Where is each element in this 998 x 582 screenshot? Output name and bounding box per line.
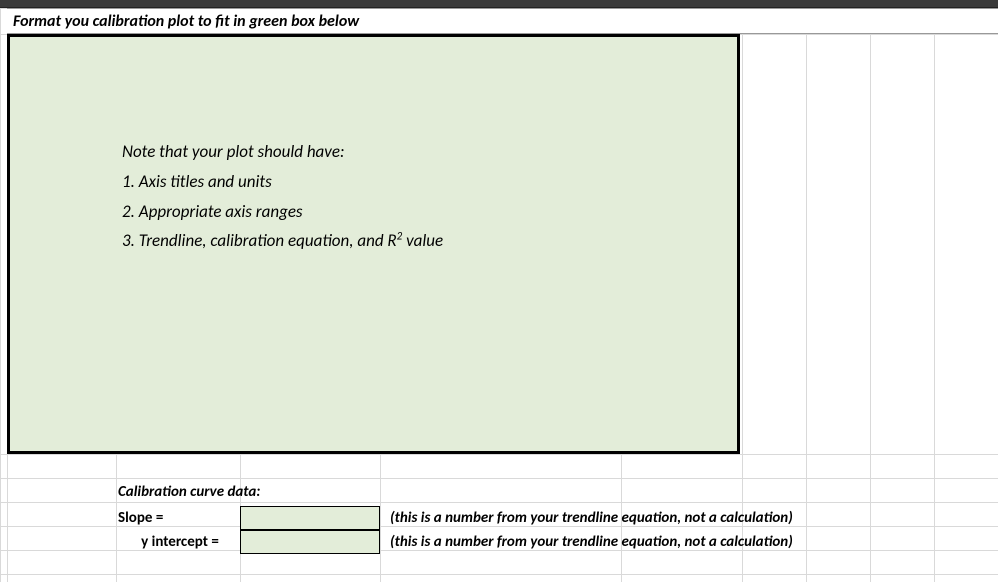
instruction-header-text: Format you calibration plot to fit in gr… xyxy=(13,12,359,31)
yintercept-description: (this is a number from your trendline eq… xyxy=(380,530,793,554)
calibration-data-section: Calibration curve data: Slope = (this is… xyxy=(116,480,793,554)
note-intro: Note that your plot should have: xyxy=(122,137,443,167)
note-item-1: 1. Axis titles and units xyxy=(122,167,443,197)
window-top-bar xyxy=(0,0,998,8)
instruction-header: Format you calibration plot to fit in gr… xyxy=(7,8,998,34)
plot-requirements-note: Note that your plot should have: 1. Axis… xyxy=(122,137,443,256)
note-item-3: 3. Trendline, calibration equation, and … xyxy=(122,226,443,256)
yintercept-input[interactable] xyxy=(240,530,380,554)
yintercept-label: y intercept = xyxy=(116,530,240,554)
note-item-3-suffix: value xyxy=(402,230,443,251)
slope-description: (this is a number from your trendline eq… xyxy=(380,506,793,530)
yintercept-row: y intercept = (this is a number from you… xyxy=(116,530,793,554)
note-item-3-prefix: 3. Trendline, calibration equation, and … xyxy=(122,230,397,251)
calibration-title: Calibration curve data: xyxy=(116,480,793,506)
spreadsheet-area: Format you calibration plot to fit in gr… xyxy=(0,8,998,582)
slope-input[interactable] xyxy=(240,506,380,530)
note-item-2: 2. Appropriate axis ranges xyxy=(122,197,443,227)
slope-row: Slope = (this is a number from your tren… xyxy=(116,506,793,530)
slope-label: Slope = xyxy=(116,506,240,530)
plot-area-box[interactable]: Note that your plot should have: 1. Axis… xyxy=(7,34,740,454)
